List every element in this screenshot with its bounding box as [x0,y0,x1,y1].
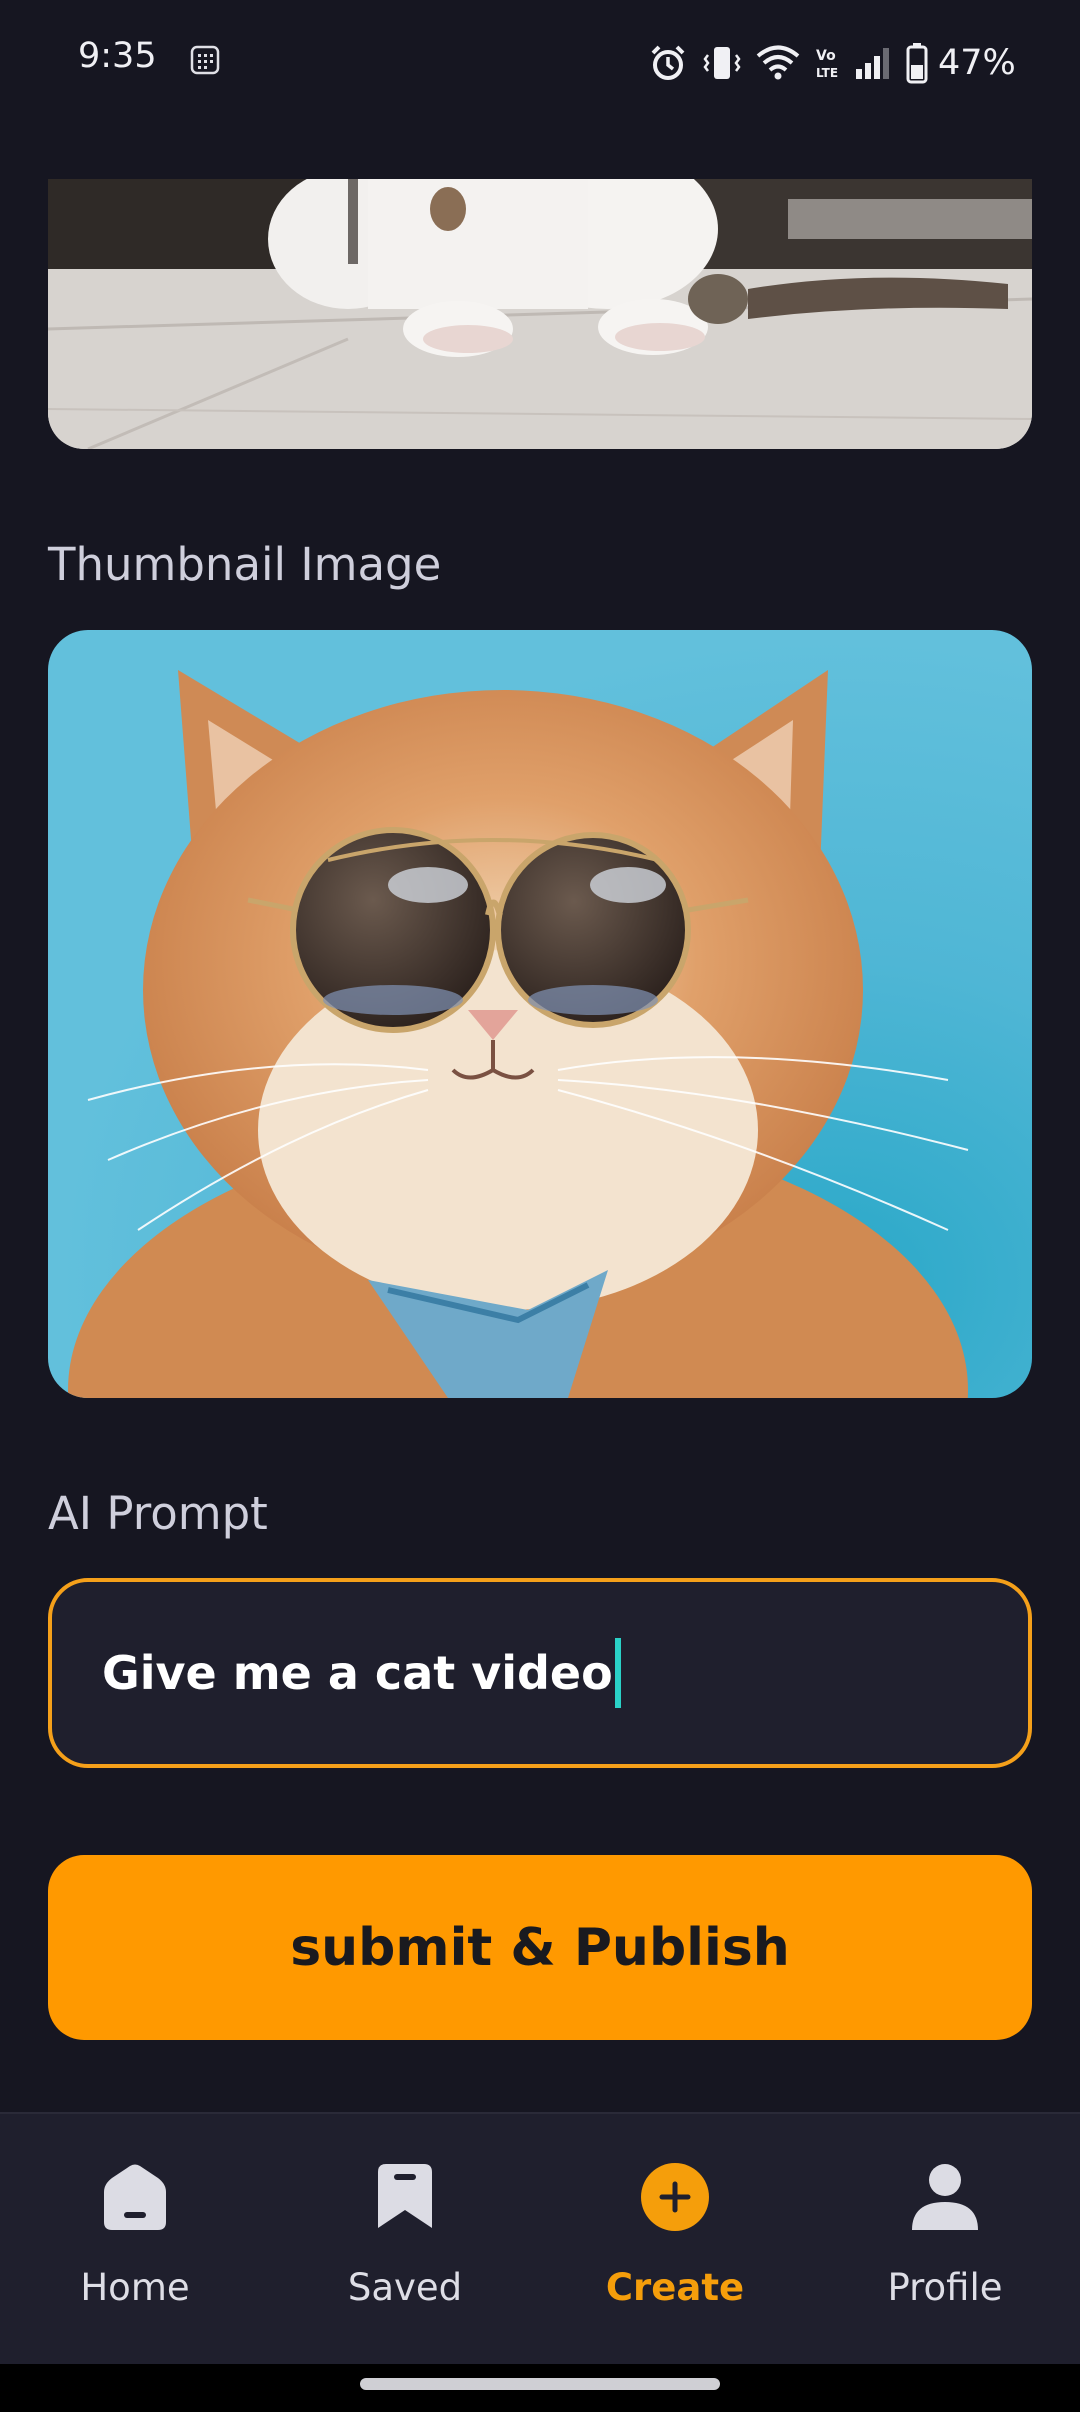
home-gesture-handle[interactable] [360,2378,720,2390]
nav-label-create: Create [605,2266,745,2309]
ai-prompt-label: AI Prompt [48,1487,268,1540]
nav-item-home[interactable]: Home [0,2114,270,2366]
signal-icon [856,48,889,79]
wifi-icon [756,45,800,80]
thumbnail-image[interactable] [48,630,1032,1398]
nav-item-saved[interactable]: Saved [270,2114,540,2366]
cat-sunglasses-picture [68,670,969,1398]
home-icon [104,2164,166,2230]
bookmark-icon [378,2164,432,2228]
ai-prompt-value[interactable]: Give me a cat video [102,1646,613,1700]
svg-text:Vo: Vo [816,48,836,64]
battery-icon [906,43,928,84]
nav-item-create[interactable]: Create [540,2114,810,2366]
thumbnail-label: Thumbnail Image [48,538,442,591]
notes-icon [190,45,220,75]
svg-text:LTE: LTE [816,66,838,80]
submit-publish-button[interactable]: submit & Publish [48,1855,1032,2040]
gesture-navigation-bar [0,2364,1080,2412]
text-cursor [614,1638,621,1708]
status-time: 9:35 [78,36,157,76]
cat-paws-picture [48,179,1032,449]
bottom-navigation: Home Saved Create Profile [0,2112,1080,2366]
status-bar: 9:35 Vo LTE 47% [0,0,1080,125]
person-icon [912,2164,978,2230]
nav-item-profile[interactable]: Profile [810,2114,1080,2366]
video-preview-image[interactable] [48,179,1032,449]
vibrate-icon [703,47,741,79]
nav-label-home: Home [80,2266,190,2309]
nav-label-profile: Profile [887,2266,1003,2309]
battery-percent: 47% [938,43,1016,83]
nav-label-saved: Saved [347,2266,463,2309]
alarm-icon [651,45,685,80]
plus-circle-icon [641,2163,709,2231]
volte-icon: Vo LTE [816,48,838,80]
ai-prompt-input[interactable]: Give me a cat video [48,1578,1032,1768]
